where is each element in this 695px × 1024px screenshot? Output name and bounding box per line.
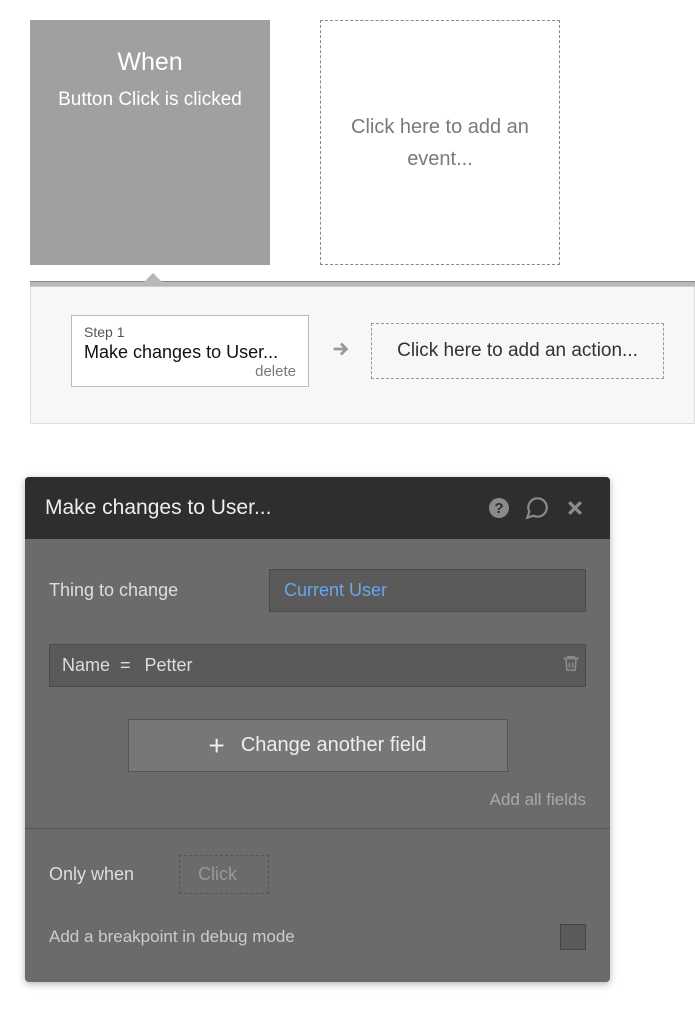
events-row: When Button Click is clicked Click here …: [0, 0, 695, 265]
event-description: Button Click is clicked: [48, 89, 252, 111]
assignment-field-name: Name: [62, 655, 110, 676]
add-event-placeholder[interactable]: Click here to add an event...: [320, 20, 560, 265]
assignment-operator: =: [120, 655, 131, 676]
arrow-right-icon: [329, 336, 351, 367]
comment-icon[interactable]: [522, 493, 552, 523]
panel-body: Thing to change Current User Name = Pett…: [25, 539, 610, 982]
add-event-label: Click here to add an event...: [351, 111, 529, 175]
svg-text:?: ?: [494, 500, 503, 517]
add-action-label: Click here to add an action...: [397, 340, 638, 362]
breakpoint-checkbox[interactable]: [560, 924, 586, 950]
event-when-label: When: [48, 48, 252, 77]
add-action-placeholder[interactable]: Click here to add an action...: [371, 323, 664, 379]
breakpoint-row: Add a breakpoint in debug mode: [49, 920, 586, 972]
step-number-label: Step 1: [84, 324, 296, 340]
field-assignment-row[interactable]: Name = Petter: [49, 644, 586, 687]
thing-to-change-row: Thing to change Current User: [49, 569, 586, 612]
step-card[interactable]: Step 1 Make changes to User... delete: [71, 315, 309, 387]
add-all-fields-link[interactable]: Add all fields: [49, 790, 586, 828]
step-row: Step 1 Make changes to User... delete Cl…: [71, 315, 664, 387]
panel-title: Make changes to User...: [45, 496, 476, 520]
only-when-label: Only when: [49, 864, 179, 885]
workflow-pointer-icon: [142, 273, 164, 284]
close-icon[interactable]: [560, 493, 590, 523]
trash-icon[interactable]: [561, 652, 581, 679]
step-delete-link[interactable]: delete: [84, 363, 296, 380]
step-title: Make changes to User...: [84, 342, 296, 363]
thing-to-change-label: Thing to change: [49, 580, 269, 601]
only-when-input[interactable]: Click: [179, 855, 269, 894]
panel-header[interactable]: Make changes to User... ?: [25, 477, 610, 539]
thing-to-change-value[interactable]: Current User: [269, 569, 586, 612]
property-panel: Make changes to User... ? Thing to chang…: [25, 477, 610, 982]
plus-icon: +: [208, 736, 224, 756]
only-when-row: Only when Click: [49, 829, 586, 920]
workflow-container: Step 1 Make changes to User... delete Cl…: [0, 281, 695, 424]
event-card-selected[interactable]: When Button Click is clicked: [30, 20, 270, 265]
change-another-field-label: Change another field: [241, 734, 427, 757]
help-icon[interactable]: ?: [484, 493, 514, 523]
change-another-field-button[interactable]: + Change another field: [128, 719, 508, 772]
breakpoint-label: Add a breakpoint in debug mode: [49, 927, 295, 947]
assignment-value[interactable]: Petter: [145, 655, 193, 676]
workflow-body: Step 1 Make changes to User... delete Cl…: [30, 287, 695, 424]
